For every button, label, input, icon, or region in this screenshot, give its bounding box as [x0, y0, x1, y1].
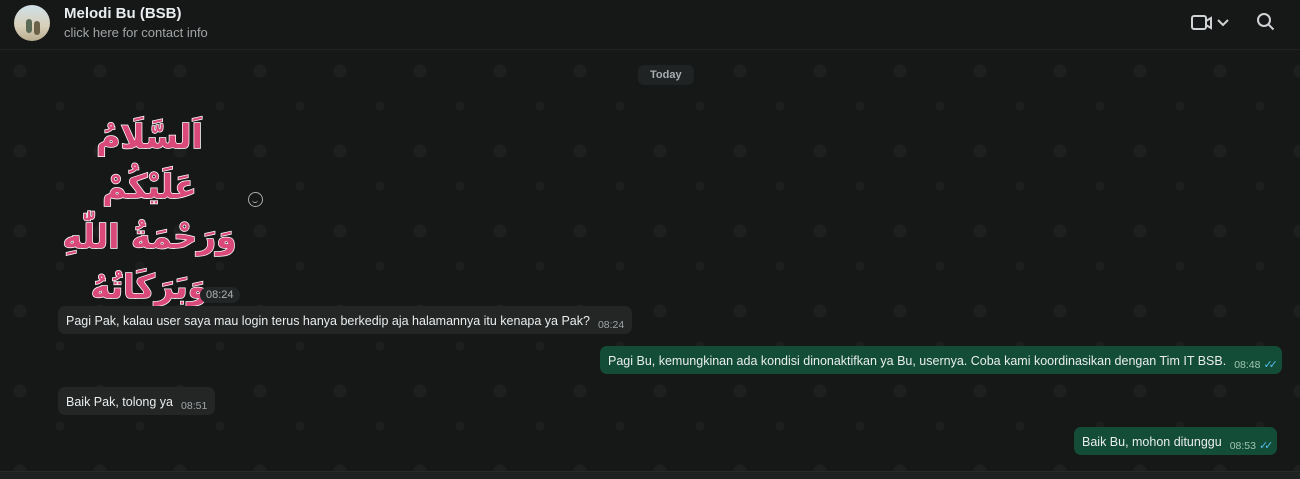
contact-info-hint[interactable]: click here for contact info: [64, 25, 208, 40]
message-outgoing[interactable]: Baik Bu, mohon ditunggu 08:53 ✓✓: [1074, 427, 1278, 455]
message-text: Baik Bu, mohon ditunggu: [1082, 435, 1222, 449]
date-divider: Today: [638, 65, 694, 85]
message-time: 08:48: [1234, 359, 1261, 371]
contact-name[interactable]: Melodi Bu (BSB): [64, 5, 182, 22]
read-ticks-icon: ✓✓: [1258, 440, 1274, 452]
read-ticks-icon: ✓✓: [1263, 359, 1278, 371]
message-outgoing[interactable]: Pagi Bu, kemungkinan ada kondisi dinonak…: [600, 346, 1282, 374]
message-time: 08:24: [597, 319, 625, 331]
video-call-icon[interactable]: [1190, 12, 1230, 39]
message-time: 08:53: [1229, 440, 1256, 452]
contact-avatar[interactable]: [14, 5, 50, 41]
search-icon[interactable]: [1256, 12, 1276, 37]
sticker-time: 08:24: [200, 287, 240, 303]
message-text: Pagi Pak, kalau user saya mau login teru…: [66, 314, 590, 328]
message-text: Baik Pak, tolong ya: [66, 395, 174, 409]
message-time: 08:51: [181, 400, 208, 412]
salam-sticker[interactable]: اَلسَّلَامُ عَلَيْكُمْ وَرَحْمَةُ اللّٰه…: [62, 112, 238, 307]
react-emoji-icon[interactable]: [248, 192, 263, 207]
message-incoming[interactable]: Pagi Pak, kalau user saya mau login teru…: [58, 306, 633, 334]
message-text: Pagi Bu, kemungkinan ada kondisi dinonak…: [608, 354, 1227, 368]
chat-header[interactable]: Melodi Bu (BSB) click here for contact i…: [0, 0, 1300, 50]
message-incoming[interactable]: Baik Pak, tolong ya 08:51: [58, 387, 216, 415]
composer-bar[interactable]: [0, 471, 1300, 479]
sticker-line: اَلسَّلَامُ عَلَيْكُمْ: [95, 116, 203, 207]
sticker-line: وَرَحْمَةُ اللّٰهِ: [62, 216, 238, 257]
